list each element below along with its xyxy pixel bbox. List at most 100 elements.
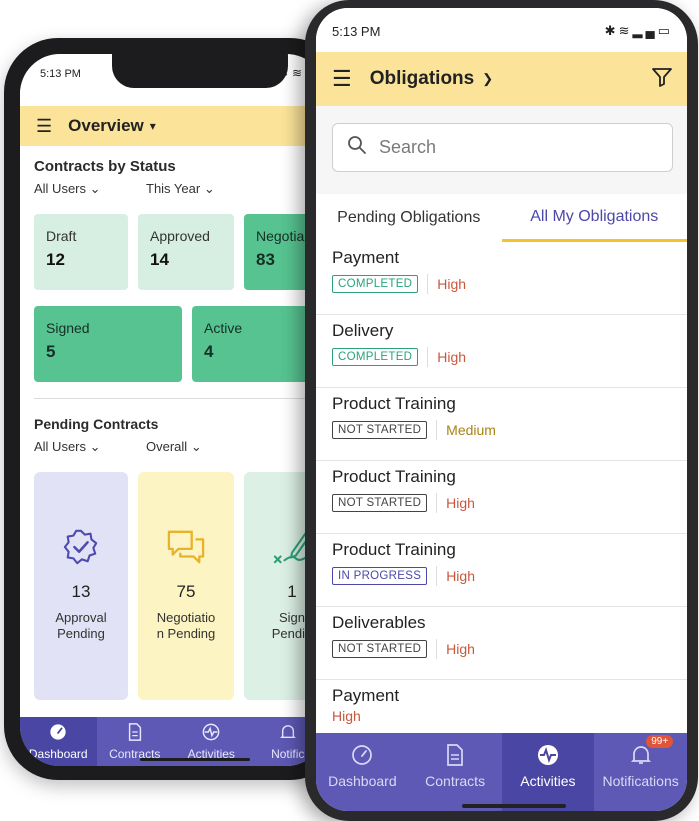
nav-label: Notifications <box>602 773 679 789</box>
nav-activities[interactable]: Activities <box>501 733 595 811</box>
separator <box>427 347 429 367</box>
filter-scope[interactable]: Overall ⌄ <box>146 439 202 455</box>
home-indicator <box>462 804 566 808</box>
filter-users[interactable]: All Users ⌄ <box>34 181 101 197</box>
priority-label: High <box>437 276 467 292</box>
status-bar: 5:13 PM ✱≋▂▄▭ <box>316 8 687 52</box>
list-item[interactable]: Product Training IN PROGRESS High <box>316 534 687 607</box>
list-item[interactable]: Product Training NOT STARTED Medium <box>316 388 687 461</box>
nav-label: Notific <box>271 746 305 761</box>
chevron-down-icon: ⌄ <box>89 181 101 196</box>
notification-count-badge: 99+ <box>646 735 674 748</box>
obligation-name: Product Training <box>332 540 456 559</box>
list-item[interactable]: Product Training NOT STARTED High <box>316 461 687 534</box>
obligations-list: Payment COMPLETED High Delivery COMPLETED… <box>316 242 687 733</box>
status-time: 5:13 PM <box>332 24 381 39</box>
app-header: ☰ Overview ▾ <box>20 106 326 146</box>
obligation-name: Product Training <box>332 467 456 486</box>
priority-label: High <box>446 641 475 657</box>
activity-pulse-icon <box>537 743 559 767</box>
section-title-contracts-by-status: Contracts by Status <box>34 158 176 175</box>
tab-bar: Pending Obligations All My Obligations <box>316 194 687 242</box>
card-label: Signed <box>46 320 90 336</box>
card-value: 5 <box>46 342 56 361</box>
separator <box>427 274 429 294</box>
status-badge: NOT STARTED <box>332 494 428 512</box>
phone-notch <box>112 54 288 88</box>
hamburger-menu-icon[interactable]: ☰ <box>332 66 352 92</box>
pending-label: Negotiatio n Pending <box>156 610 216 641</box>
separator <box>436 639 438 659</box>
nav-label: Activities <box>520 773 576 789</box>
priority-label: High <box>332 708 361 724</box>
pending-card-approval[interactable]: 13 Approval Pending <box>34 472 128 700</box>
priority-label: High <box>446 495 475 511</box>
wifi-icon: ≋ <box>618 23 633 38</box>
priority-label: High <box>446 568 475 584</box>
status-badge: COMPLETED <box>332 275 419 293</box>
status-badge: COMPLETED <box>332 348 419 366</box>
chevron-down-icon[interactable]: ❯ <box>482 71 493 87</box>
nav-notifications[interactable]: 99+ Notifications <box>594 733 687 811</box>
page-title[interactable]: Overview <box>68 116 144 136</box>
nav-dashboard[interactable]: Dashboard <box>20 717 97 766</box>
home-indicator <box>140 758 250 761</box>
list-item[interactable]: Payment COMPLETED High <box>316 242 687 315</box>
chevron-down-icon[interactable]: ▾ <box>150 119 156 133</box>
separator <box>436 493 438 513</box>
front-phone: 5:13 PM ✱≋▂▄▭ ☰ Obligations ❯ Search Pen… <box>305 0 698 821</box>
list-item[interactable]: Delivery COMPLETED High <box>316 315 687 388</box>
card-value: 14 <box>150 250 169 269</box>
bluetooth-icon: ✱ <box>604 23 619 38</box>
chevron-down-icon: ⌄ <box>89 439 101 454</box>
back-phone-screen: 5:13 PM ✱ ≋ ☰ Overview ▾ Contracts by St… <box>20 54 326 766</box>
status-icons: ✱≋▂▄▭ <box>605 23 673 39</box>
activity-pulse-icon <box>202 723 220 745</box>
bottom-nav: Dashboard Contracts Activities <box>316 733 687 811</box>
filter-period[interactable]: This Year ⌄ <box>146 181 215 197</box>
app-header: ☰ Obligations ❯ <box>316 52 687 106</box>
bell-icon <box>279 723 296 745</box>
pending-card-negotiation[interactable]: 75 Negotiatio n Pending <box>138 472 234 700</box>
card-value: 12 <box>46 250 65 269</box>
status-card-signed[interactable]: Signed 5 <box>34 306 182 382</box>
status-card-draft[interactable]: Draft 12 <box>34 214 128 290</box>
tab-pending-obligations[interactable]: Pending Obligations <box>316 194 502 242</box>
status-badge: NOT STARTED <box>332 640 428 658</box>
status-card-approved[interactable]: Approved 14 <box>138 214 234 290</box>
list-item[interactable]: Deliverables NOT STARTED High <box>316 607 687 680</box>
filter-funnel-icon[interactable] <box>651 66 673 93</box>
tab-all-my-obligations[interactable]: All My Obligations <box>501 194 687 242</box>
status-badge: IN PROGRESS <box>332 567 428 585</box>
nav-label: Dashboard <box>28 746 88 761</box>
page-title[interactable]: Obligations <box>370 68 475 90</box>
nav-contracts[interactable]: Contracts <box>409 733 502 811</box>
chevron-down-icon: ⌄ <box>190 439 202 454</box>
document-icon <box>127 722 143 745</box>
obligation-name: Deliverables <box>332 613 426 632</box>
pending-count: 13 <box>71 582 91 601</box>
obligation-name: Delivery <box>332 321 394 340</box>
wifi-icon: ≋ <box>292 66 303 80</box>
obligation-name: Payment <box>332 686 400 705</box>
approval-badge-icon <box>34 528 128 568</box>
separator <box>436 420 438 440</box>
dashboard-gauge-icon <box>351 743 373 767</box>
document-icon <box>446 743 464 767</box>
search-area: Search <box>316 106 687 194</box>
battery-icon: ▭ <box>657 23 673 38</box>
obligation-name: Payment <box>332 248 400 267</box>
search-input[interactable]: Search <box>332 123 673 172</box>
device-mockup-stage: 5:13 PM ✱ ≋ ☰ Overview ▾ Contracts by St… <box>0 0 699 821</box>
filter-users[interactable]: All Users ⌄ <box>34 439 101 455</box>
list-item[interactable]: Payment High <box>316 680 687 733</box>
nav-label: Dashboard <box>328 773 397 789</box>
separator <box>436 566 438 586</box>
nav-dashboard[interactable]: Dashboard <box>316 733 409 811</box>
negotiation-chat-icon <box>138 528 234 568</box>
front-phone-screen: 5:13 PM ✱≋▂▄▭ ☰ Obligations ❯ Search Pen… <box>316 8 687 811</box>
dashboard-gauge-icon <box>49 723 67 745</box>
hamburger-menu-icon[interactable]: ☰ <box>36 116 52 137</box>
card-label: Approved <box>150 228 210 244</box>
nav-label: Contracts <box>425 773 486 789</box>
